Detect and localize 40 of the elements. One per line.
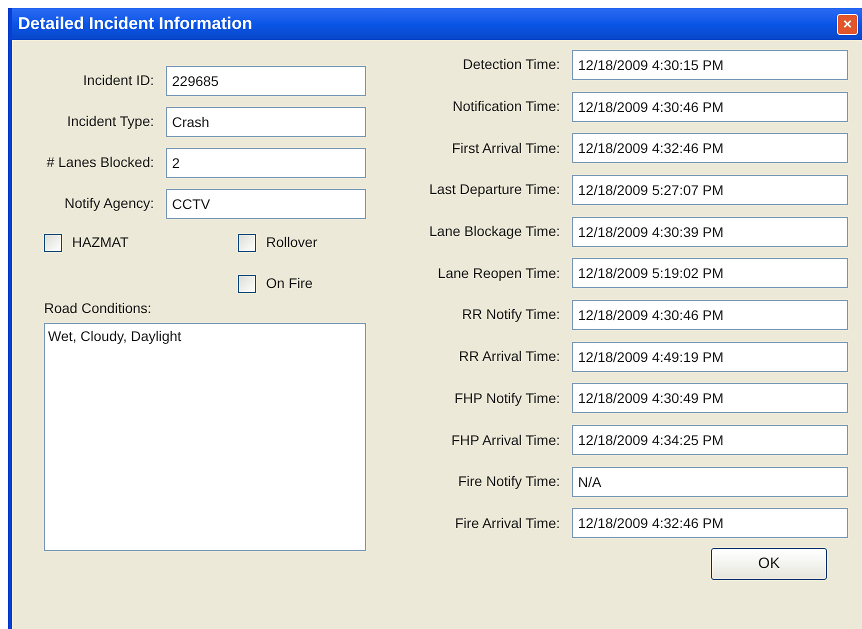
field-label: Lane Reopen Time: (436, 264, 561, 283)
field-label: Notification Time: (452, 97, 561, 116)
text-field[interactable]: 12/18/2009 4:32:46 PM (572, 133, 848, 164)
text-field[interactable]: Crash (166, 106, 366, 136)
field-label: Notify Agency: (64, 194, 155, 213)
text-field[interactable]: 12/18/2009 4:30:46 PM (572, 92, 848, 122)
field-label: Fire Notify Time: (457, 472, 561, 492)
text-field[interactable]: 12/18/2009 5:27:07 PM (572, 174, 848, 205)
field-label: RR Arrival Time: (458, 347, 561, 366)
field-label: Last Departure Time: (428, 180, 561, 200)
field-label: Lane Blockage Time: (428, 222, 561, 242)
field-label: Detection Time: (462, 55, 561, 74)
text-field[interactable]: 12/18/2009 4:30:39 PM (572, 216, 848, 247)
field-label: Incident ID: (82, 71, 155, 90)
ok-button[interactable]: OK (711, 548, 827, 580)
field-label: First Arrival Time: (450, 138, 561, 158)
text-field[interactable]: 12/18/2009 5:19:02 PM (572, 258, 848, 288)
road-conditions-field[interactable]: Wet, Cloudy, Daylight (44, 323, 366, 551)
checkbox[interactable]: Rollover (238, 232, 318, 253)
field-label: # Lanes Blocked: (46, 153, 155, 172)
text-field[interactable]: 229685 (166, 66, 366, 96)
field-label: Road Conditions: (44, 299, 152, 318)
text-field[interactable]: CCTV (166, 188, 366, 218)
text-field[interactable]: N/A (572, 466, 848, 497)
text-field[interactable]: 12/18/2009 4:30:49 PM (572, 383, 848, 414)
text-field[interactable]: 12/18/2009 4:32:46 PM (572, 508, 848, 538)
field-label: RR Notify Time: (460, 305, 561, 324)
field-label: FHP Arrival Time: (450, 430, 561, 450)
field-label: Fire Arrival Time: (454, 514, 561, 533)
text-field[interactable]: 12/18/2009 4:30:46 PM (572, 300, 848, 330)
field-label: Incident Type: (66, 112, 155, 131)
checkbox[interactable]: HAZMAT (44, 232, 129, 253)
text-field[interactable]: 12/18/2009 4:49:19 PM (572, 342, 848, 372)
text-field[interactable]: 12/18/2009 4:30:15 PM (572, 50, 848, 80)
window-title: Detailed Incident Information (18, 13, 252, 36)
text-field[interactable]: 2 (166, 148, 366, 178)
field-label: FHP Notify Time: (453, 388, 561, 408)
close-button[interactable]: × (837, 14, 858, 34)
checkbox[interactable]: On Fire (238, 273, 313, 294)
text-field[interactable]: 12/18/2009 4:34:25 PM (572, 425, 848, 456)
